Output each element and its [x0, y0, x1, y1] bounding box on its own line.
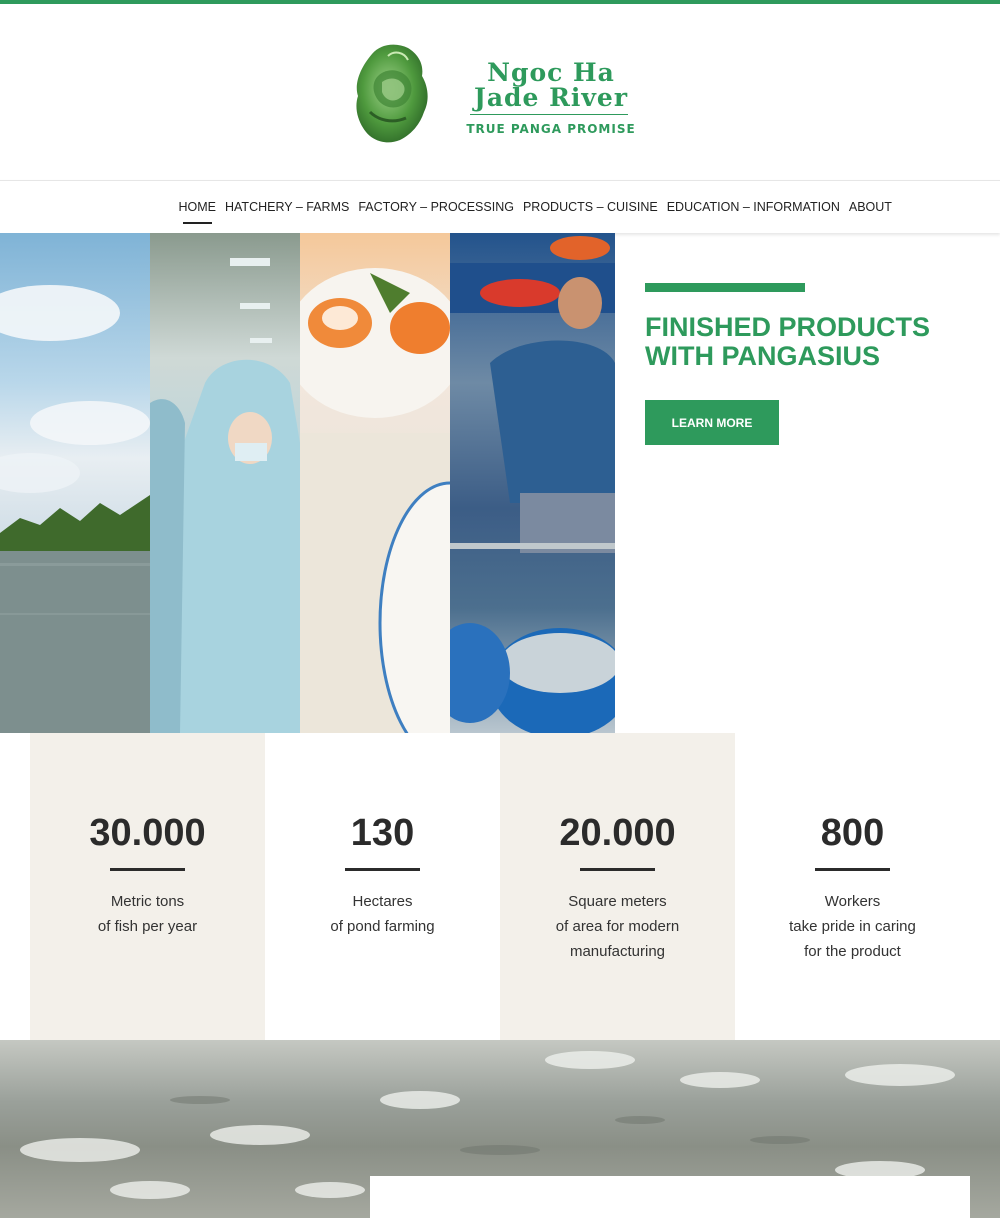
stat-divider	[580, 868, 655, 871]
stat-label-line: for the product	[804, 943, 901, 960]
stat-divider	[345, 868, 420, 871]
hero-collage	[0, 233, 615, 733]
stat-card: 20.000 Square meters of area for modern …	[500, 733, 735, 1040]
stat-value: 30.000	[89, 812, 206, 854]
promo-title-line2: WITH PANGASIUS	[645, 341, 880, 371]
learn-more-button[interactable]: LEARN MORE	[645, 400, 779, 445]
stat-label-line: Square meters	[568, 893, 667, 910]
stat-divider	[110, 868, 185, 871]
nav-item-home[interactable]: HOME	[174, 200, 221, 224]
stat-value: 20.000	[559, 812, 676, 854]
brand-name-line2: Jade River	[474, 83, 628, 112]
stats-section: 30.000 Metric tons of fish per year 130 …	[30, 733, 970, 1040]
stat-label-line: take pride in caring	[789, 918, 916, 935]
stat-value: 800	[820, 812, 885, 854]
stat-label-line: of fish per year	[97, 918, 198, 935]
stat-label-line: Metric tons	[110, 893, 185, 910]
brand-divider	[470, 114, 628, 115]
stat-label-line: of pond farming	[330, 918, 435, 935]
site-header: Ngoc Ha Jade River TRUE PANGA PROMISE	[0, 4, 1000, 180]
stat-label-line: of area for modern	[555, 918, 680, 935]
nav-item-about[interactable]: ABOUT	[844, 200, 896, 214]
content-card	[370, 1176, 970, 1218]
stat-label-line: Workers	[824, 893, 881, 910]
nav-item-products-cuisine[interactable]: PRODUCTS – CUISINE	[518, 200, 662, 214]
brand-name-line1: Ngoc Ha	[487, 58, 615, 87]
stat-card: 30.000 Metric tons of fish per year	[30, 733, 265, 1040]
stat-divider	[815, 868, 890, 871]
promo-title-line1: FINISHED PRODUCTS	[645, 312, 931, 342]
stat-card: 800 Workers take pride in caring for the…	[735, 733, 970, 1040]
fisherman-photo	[450, 233, 615, 733]
stat-value: 130	[350, 812, 415, 854]
promo-title: FINISHED PRODUCTS WITH PANGASIUS	[645, 313, 975, 371]
promo-accent-rule	[645, 283, 805, 292]
pangasius-dish-photo	[300, 233, 450, 733]
main-navigation: HOME HATCHERY – FARMS FACTORY – PROCESSI…	[0, 180, 1000, 233]
nav-item-education-information[interactable]: EDUCATION – INFORMATION	[662, 200, 844, 214]
stat-label-line: manufacturing	[569, 943, 666, 960]
stat-card: 130 Hectares of pond farming	[265, 733, 500, 1040]
jade-dragon-logo-icon[interactable]	[352, 42, 432, 146]
stat-label-line: Hectares	[352, 893, 413, 910]
factory-worker-photo	[150, 233, 300, 733]
river-photo	[0, 233, 150, 733]
nav-item-factory-processing[interactable]: FACTORY – PROCESSING	[354, 200, 519, 214]
nav-item-hatchery-farms[interactable]: HATCHERY – FARMS	[221, 200, 354, 214]
brand-tagline: TRUE PANGA PROMISE	[466, 122, 636, 136]
